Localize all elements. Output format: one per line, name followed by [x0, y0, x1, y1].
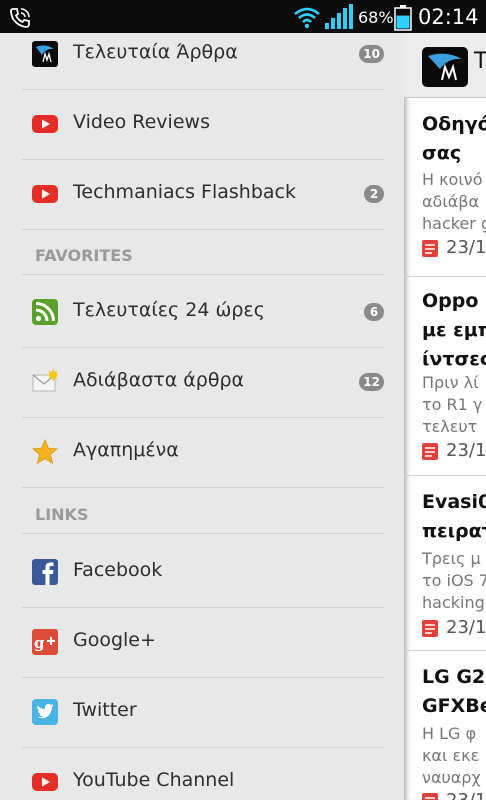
drawer-item-label: Τελευταίες 24 ώρες	[73, 299, 265, 321]
article-title-line: με εμπ	[422, 319, 486, 341]
google-plus-icon: g	[32, 629, 58, 655]
drawer-item-label: Τελευταία Άρθρα	[73, 41, 238, 63]
article-title-line: Οδηγό	[422, 113, 486, 135]
article-snippet-line: τελευτ	[422, 417, 478, 436]
article-list-panel: T Οδηγό σας Η κοινό αδιάβα hacker g 23/1…	[404, 33, 486, 800]
youtube-icon	[32, 769, 58, 795]
techmaniacs-logo-icon[interactable]	[422, 47, 468, 91]
wifi-icon	[293, 5, 321, 33]
article-snippet-line: Η κοινό	[422, 170, 483, 189]
article-card[interactable]: Evasi0 πειρατ Τρεις μ το iOS 7 hacking 2…	[404, 476, 486, 651]
article-snippet-line: και εκε	[422, 746, 480, 765]
article-snippet-line: Πριν λί	[422, 373, 479, 392]
mail-icon	[32, 369, 59, 395]
favorites-section-header: FAVORITES	[22, 242, 384, 275]
drawer-item-label: Video Reviews	[73, 111, 210, 133]
drawer-item-label: Αδιάβαστα άρθρα	[73, 369, 245, 391]
battery-icon	[394, 5, 412, 35]
drawer-item-label: Techmaniacs Flashback	[73, 181, 296, 203]
article-snippet-line: hacker g	[422, 214, 486, 233]
article-card[interactable]: LG G2 GFXBe Η LG φ και εκε ναυαρχ 23/1	[404, 651, 486, 800]
article-title-line: GFXBe	[422, 695, 486, 717]
drawer-item-last-24-hours[interactable]: Τελευταίες 24 ώρες 6	[22, 277, 384, 348]
article-date-icon	[422, 620, 438, 637]
rss-icon	[32, 299, 58, 325]
article-snippet-line: hacking	[422, 593, 485, 612]
article-date: 23/1	[446, 617, 486, 638]
links-section-header: LINKS	[22, 501, 384, 534]
drawer-item-video-reviews[interactable]: Video Reviews	[22, 89, 384, 160]
drawer-item-favorites[interactable]: Αγαπημένα	[22, 417, 384, 488]
svg-text:g: g	[34, 634, 45, 652]
status-time: 02:14	[418, 5, 479, 29]
youtube-icon	[32, 181, 58, 207]
status-bar: 68% 02:14	[0, 0, 486, 33]
article-title-line: Evasi0	[422, 491, 486, 513]
app-bar: T	[404, 33, 486, 98]
phone-call-icon	[8, 6, 32, 34]
unread-count-badge: 10	[359, 45, 384, 63]
article-date-icon	[422, 443, 438, 460]
article-date: 23/1	[446, 790, 486, 800]
article-snippet-line: αδιάβα	[422, 192, 480, 211]
article-title-line: LG G2	[422, 666, 486, 688]
facebook-icon	[32, 559, 58, 585]
article-card[interactable]: Oppo F με εμπ ίντσες Πριν λί το R1 γ τελ…	[404, 277, 486, 476]
article-date-icon	[422, 240, 438, 257]
unread-count-badge: 12	[359, 373, 384, 391]
article-title-line: σας	[422, 142, 462, 164]
article-title-line: πειρατ	[422, 520, 486, 542]
drawer-item-twitter[interactable]: Twitter	[22, 677, 384, 748]
article-snippet-line: ναυαρχ	[422, 768, 481, 787]
article-title-line: ίντσες	[422, 348, 486, 370]
navigation-drawer: Τελευταία Άρθρα 10 Video Reviews Techman…	[0, 33, 404, 800]
drawer-item-label: Facebook	[73, 559, 163, 581]
twitter-icon	[32, 699, 58, 725]
drawer-item-google-plus[interactable]: g Google+	[22, 607, 384, 678]
battery-percent: 68%	[358, 8, 394, 27]
drawer-item-techmaniacs-flashback[interactable]: Techmaniacs Flashback 2	[22, 159, 384, 230]
article-date-icon	[422, 793, 438, 800]
article-snippet-line: Τρεις μ	[422, 549, 481, 568]
app-title: T	[474, 49, 486, 74]
drawer-item-latest-articles[interactable]: Τελευταία Άρθρα 10	[22, 33, 384, 90]
drawer-item-label: YouTube Channel	[73, 769, 235, 791]
drawer-item-label: Twitter	[73, 699, 137, 721]
article-date: 23/1	[446, 237, 486, 258]
drawer-item-facebook[interactable]: Facebook	[22, 537, 384, 608]
youtube-icon	[32, 111, 58, 137]
article-snippet-line: Η LG φ	[422, 724, 477, 743]
article-card[interactable]: Οδηγό σας Η κοινό αδιάβα hacker g 23/1	[404, 98, 486, 277]
drawer-item-label: Αγαπημένα	[73, 439, 179, 461]
article-snippet-line: το R1 γ	[422, 395, 483, 414]
section-header-label: LINKS	[35, 505, 89, 524]
drawer-item-label: Google+	[73, 629, 156, 651]
article-date: 23/1	[446, 440, 486, 461]
drawer-item-unread-articles[interactable]: Αδιάβαστα άρθρα 12	[22, 347, 384, 418]
section-header-label: FAVORITES	[35, 246, 133, 265]
unread-count-badge: 6	[364, 303, 384, 321]
star-icon	[31, 438, 59, 465]
drawer-item-youtube-channel[interactable]: YouTube Channel	[22, 747, 384, 800]
article-snippet-line: το iOS 7	[422, 571, 486, 590]
signal-strength-icon	[325, 4, 353, 34]
techmaniacs-logo-icon	[32, 41, 58, 67]
unread-count-badge: 2	[364, 185, 384, 203]
article-title-line: Oppo F	[422, 290, 486, 312]
